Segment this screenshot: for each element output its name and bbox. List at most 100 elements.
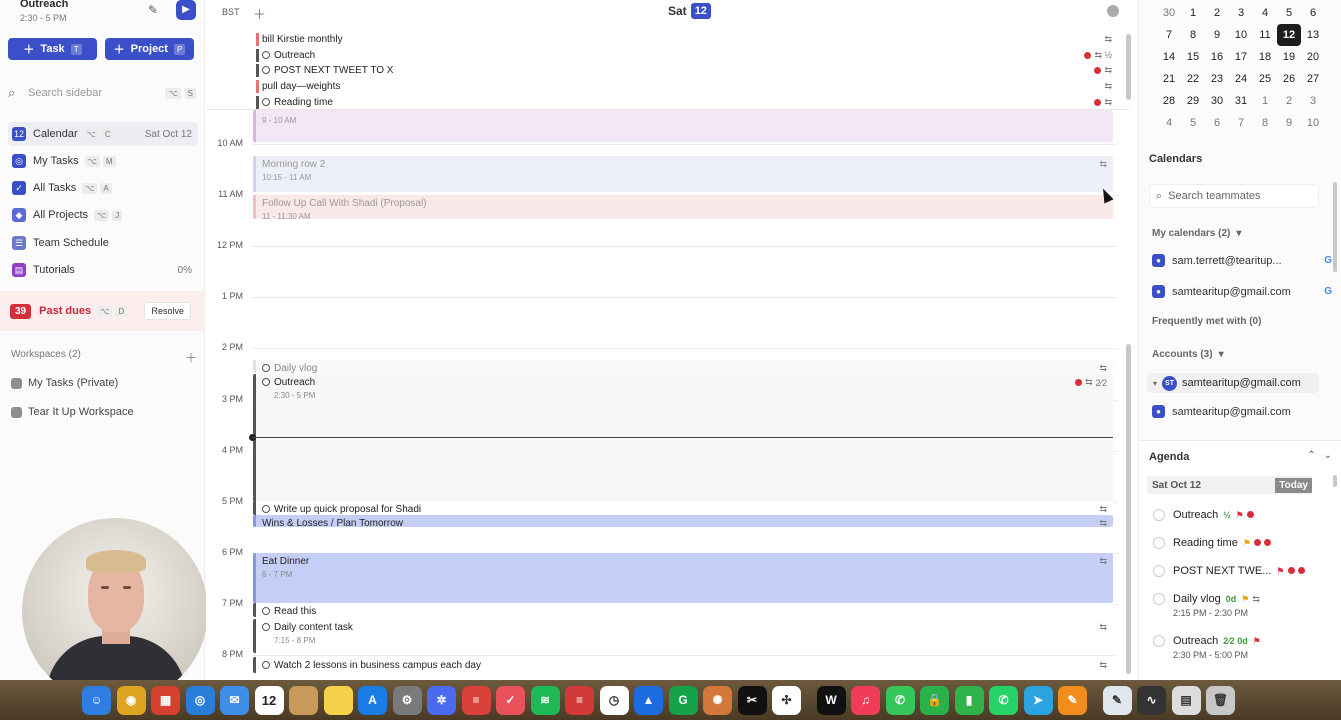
chatgpt-icon[interactable]: ✣	[772, 685, 801, 715]
scrollbar[interactable]	[1333, 475, 1337, 487]
search-teammates-input[interactable]: ⌕ Search teammates	[1149, 184, 1319, 208]
mini-calendar-day[interactable]: 5	[1181, 112, 1205, 134]
mini-calendar-day[interactable]: 26	[1277, 68, 1301, 90]
mini-calendar-day[interactable]: 15	[1181, 46, 1205, 68]
trash-icon[interactable]: 🗑	[1206, 685, 1235, 715]
clock-icon[interactable]	[1107, 5, 1119, 17]
mini-calendar-day[interactable]: 10	[1301, 112, 1325, 134]
finder-icon[interactable]: ☺	[82, 685, 111, 715]
mini-calendar-day[interactable]: 7	[1157, 24, 1181, 46]
task-checkbox[interactable]	[1153, 509, 1165, 521]
audio-icon[interactable]: ∿	[1137, 685, 1166, 715]
add-workspace-icon[interactable]: ＋	[185, 349, 197, 366]
all-day-event[interactable]: Reading time ⇆	[256, 95, 1112, 109]
sidebar-item-all-projects[interactable]: ◆ All Projects ⌥ J	[8, 203, 198, 227]
scrollbar[interactable]	[1126, 34, 1131, 100]
whatsapp-icon[interactable]: ✆	[989, 685, 1018, 715]
task-checkbox[interactable]	[1153, 537, 1165, 549]
mini-calendar-day[interactable]: 24	[1229, 68, 1253, 90]
clock-icon[interactable]: ◷	[599, 685, 629, 715]
chevron-up-icon[interactable]: ⌃	[1307, 450, 1315, 461]
chrome-icon[interactable]: ◉	[116, 685, 146, 715]
lock-icon[interactable]: 🔒	[920, 685, 949, 715]
sidebar-item-all-tasks[interactable]: ✓ All Tasks ⌥ A	[8, 176, 198, 200]
mini-calendar-day[interactable]: 10	[1229, 24, 1253, 46]
mini-calendar-day[interactable]: 9	[1205, 24, 1229, 46]
agenda-item[interactable]: Outreach 2⁄2 0d ⚑ 2:30 PM - 5:00 PM	[1153, 635, 1328, 660]
spotify-icon[interactable]: ≋	[530, 685, 560, 715]
mini-calendar-day[interactable]: 14	[1157, 46, 1181, 68]
ticktick-icon[interactable]: ✓	[496, 685, 525, 715]
calendar-event[interactable]: 9 - 10 AM	[253, 110, 1113, 142]
task-checkbox[interactable]	[262, 378, 270, 386]
calendar-event[interactable]: Eat Dinner 6 - 7 PM ⇆	[253, 553, 1113, 603]
grammarly-icon[interactable]: G	[668, 685, 698, 715]
stickies-icon[interactable]	[323, 685, 353, 715]
todoist-icon[interactable]: ≡	[461, 685, 491, 715]
mini-calendar-day[interactable]: 1	[1181, 2, 1205, 24]
mini-calendar-day[interactable]: 20	[1301, 46, 1325, 68]
my-calendars-header[interactable]: My calendars (2) ▾	[1152, 228, 1241, 239]
task-checkbox[interactable]	[262, 623, 270, 631]
arc-icon[interactable]: ▲	[634, 685, 663, 715]
mail-icon[interactable]: ✉	[220, 685, 249, 715]
workspace-item[interactable]: Tear It Up Workspace	[11, 406, 134, 418]
add-timezone-icon[interactable]: ＋	[253, 4, 266, 23]
add-task-button[interactable]: ＋ Task T	[8, 38, 97, 60]
mini-calendar-day[interactable]: 8	[1181, 24, 1205, 46]
calendar-event[interactable]: Watch 2 lessons in business campus each …	[253, 657, 1113, 673]
mini-calendar-day[interactable]: 4	[1157, 112, 1181, 134]
mini-calendar-day[interactable]: 30	[1205, 90, 1229, 112]
calendar-item[interactable]: ● samtearitup@gmail.com G	[1152, 285, 1332, 298]
sidebar-search-input[interactable]: ⌕ Search sidebar ⌥ S	[8, 82, 196, 104]
settings-icon[interactable]: ⚙	[392, 685, 422, 715]
task-checkbox[interactable]	[262, 661, 270, 669]
all-day-event[interactable]: bill Kirstie monthly ⇆	[256, 32, 1112, 46]
task-checkbox[interactable]	[262, 505, 270, 513]
calendar-item[interactable]: ● samtearitup@gmail.com	[1152, 405, 1332, 418]
calendar-event[interactable]: Daily content task 7:15 - 8 PM ⇆	[253, 619, 1113, 653]
mini-calendar-day[interactable]: 2	[1277, 90, 1301, 112]
calendar-event[interactable]: Read this	[253, 603, 1113, 617]
mini-calendar-day[interactable]: 7	[1229, 112, 1253, 134]
calendar-event[interactable]: Follow Up Call With Shadi (Proposal) 11 -…	[253, 195, 1113, 221]
today-button[interactable]: Today	[1275, 477, 1312, 493]
agenda-item[interactable]: Outreach ½ ⚑	[1153, 509, 1328, 521]
sidebar-item-my-tasks[interactable]: ◎ My Tasks ⌥ M	[8, 149, 198, 173]
scrollbar[interactable]	[1333, 182, 1337, 272]
mini-calendar-day[interactable]: 27	[1301, 68, 1325, 90]
mini-calendar-day[interactable]: 16	[1205, 46, 1229, 68]
mini-calendar-day[interactable]: 6	[1205, 112, 1229, 134]
calendar-event[interactable]: Wins & Losses / Plan Tomorrow ⇆	[253, 515, 1113, 529]
sidebar-item-team-schedule[interactable]: ☰ Team Schedule	[8, 231, 198, 255]
telegram-icon[interactable]: ➤	[1023, 685, 1053, 715]
task-checkbox[interactable]	[1153, 593, 1165, 605]
task-checkbox[interactable]	[1153, 635, 1165, 647]
safari-icon[interactable]: ◎	[185, 685, 215, 715]
capcut-icon[interactable]: ✂	[737, 685, 767, 715]
bluetooth-icon[interactable]: ✲	[427, 685, 456, 715]
sidebar-item-calendar[interactable]: 12 Calendar ⌥ C Sat Oct 12	[8, 122, 198, 146]
task-checkbox[interactable]	[262, 98, 270, 106]
mini-calendar-day[interactable]: 13	[1301, 24, 1325, 46]
mini-calendar-day[interactable]: 2	[1205, 2, 1229, 24]
agenda-item[interactable]: Reading time ⚑	[1153, 537, 1328, 549]
account-item-expanded[interactable]: ▾ ST samtearitup@gmail.com	[1147, 373, 1319, 393]
calendar-event[interactable]: Write up quick proposal for Shadi ⇆	[253, 501, 1113, 515]
all-day-event[interactable]: Outreach ⇆ ½	[256, 48, 1112, 62]
calendar-event[interactable]: Morning row 2 10:15 - 11 AM ⇆	[253, 156, 1113, 192]
play-icon[interactable]: ▶	[176, 0, 196, 20]
tidal-icon[interactable]: ≡	[565, 685, 594, 715]
mini-calendar-day[interactable]: 11	[1253, 24, 1277, 46]
task-checkbox[interactable]	[262, 51, 270, 59]
files-icon[interactable]: ▤	[1171, 685, 1201, 715]
pages-icon[interactable]: ✎	[1058, 685, 1087, 715]
scrollbar[interactable]	[1126, 344, 1131, 674]
agenda-item[interactable]: POST NEXT TWE... ⚑	[1153, 565, 1328, 577]
launchpad-icon[interactable]: ▦	[151, 685, 180, 715]
mini-calendar-day[interactable]: 1	[1253, 90, 1277, 112]
mini-calendar-day[interactable]: 8	[1253, 112, 1277, 134]
all-day-event[interactable]: POST NEXT TWEET TO X ⇆	[256, 63, 1112, 77]
wm-icon[interactable]: W	[816, 685, 846, 715]
chevron-down-icon[interactable]: ⌄	[1324, 450, 1332, 461]
